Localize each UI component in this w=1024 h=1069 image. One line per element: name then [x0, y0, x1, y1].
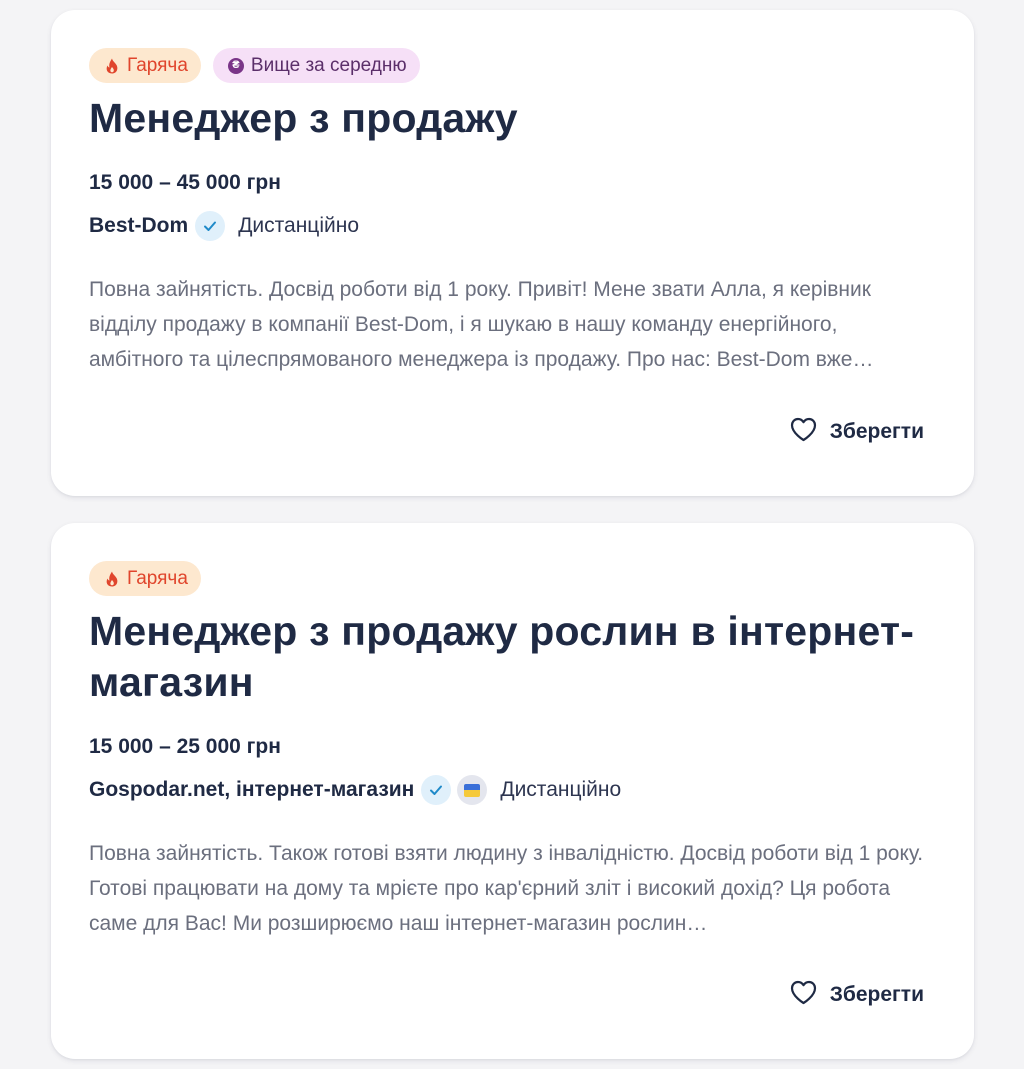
above-average-tag: ₴ Вище за середню	[212, 48, 420, 83]
hot-tag: Гаряча	[89, 48, 201, 83]
company-row: Gospodar.net, інтернет-магазин Дистанцій…	[89, 774, 924, 806]
salary: 15 000 – 25 000 грн	[89, 735, 281, 758]
vacancy-card[interactable]: Гаряча Менеджер з продажу рослин в інтер…	[51, 523, 974, 1059]
tag-label: Гаряча	[127, 567, 188, 589]
tag-list: Гаряча ₴ Вище за середню	[89, 48, 924, 83]
tag-label: Вище за середню	[250, 54, 407, 76]
vacancy-description: Повна зайнятість. Досвід роботи від 1 ро…	[89, 278, 874, 371]
coin-icon: ₴	[227, 57, 245, 75]
vacancy-card[interactable]: Гаряча ₴ Вище за середню Менеджер з прод…	[51, 10, 974, 496]
vacancy-title[interactable]: Менеджер з продажу	[89, 93, 924, 144]
tag-label: Гаряча	[127, 54, 188, 76]
company-row: Best-Dom Дистанційно	[89, 210, 924, 242]
heart-icon	[790, 980, 817, 1010]
vacancy-title[interactable]: Менеджер з продажу рослин в інтернет-маг…	[89, 606, 919, 708]
verified-check-icon	[421, 775, 452, 805]
verified-check-icon	[195, 211, 226, 241]
save-button[interactable]: Зберегти	[790, 417, 924, 447]
save-button[interactable]: Зберегти	[790, 980, 924, 1010]
location: Дистанційно	[238, 214, 359, 237]
tag-list: Гаряча	[89, 561, 924, 596]
flame-icon	[103, 57, 121, 75]
vacancy-description: Повна зайнятість. Також готові взяти люд…	[89, 842, 924, 935]
heart-icon	[790, 417, 817, 447]
location: Дистанційно	[500, 778, 622, 801]
save-label: Зберегти	[829, 420, 924, 443]
ukraine-flag-icon	[457, 775, 488, 805]
company-name[interactable]: Gospodar.net, інтернет-магазин	[89, 778, 414, 802]
flame-icon	[103, 570, 121, 588]
save-label: Зберегти	[829, 983, 924, 1006]
hot-tag: Гаряча	[89, 561, 201, 596]
salary: 15 000 – 45 000 грн	[89, 171, 281, 194]
company-name[interactable]: Best-Dom	[89, 214, 188, 238]
